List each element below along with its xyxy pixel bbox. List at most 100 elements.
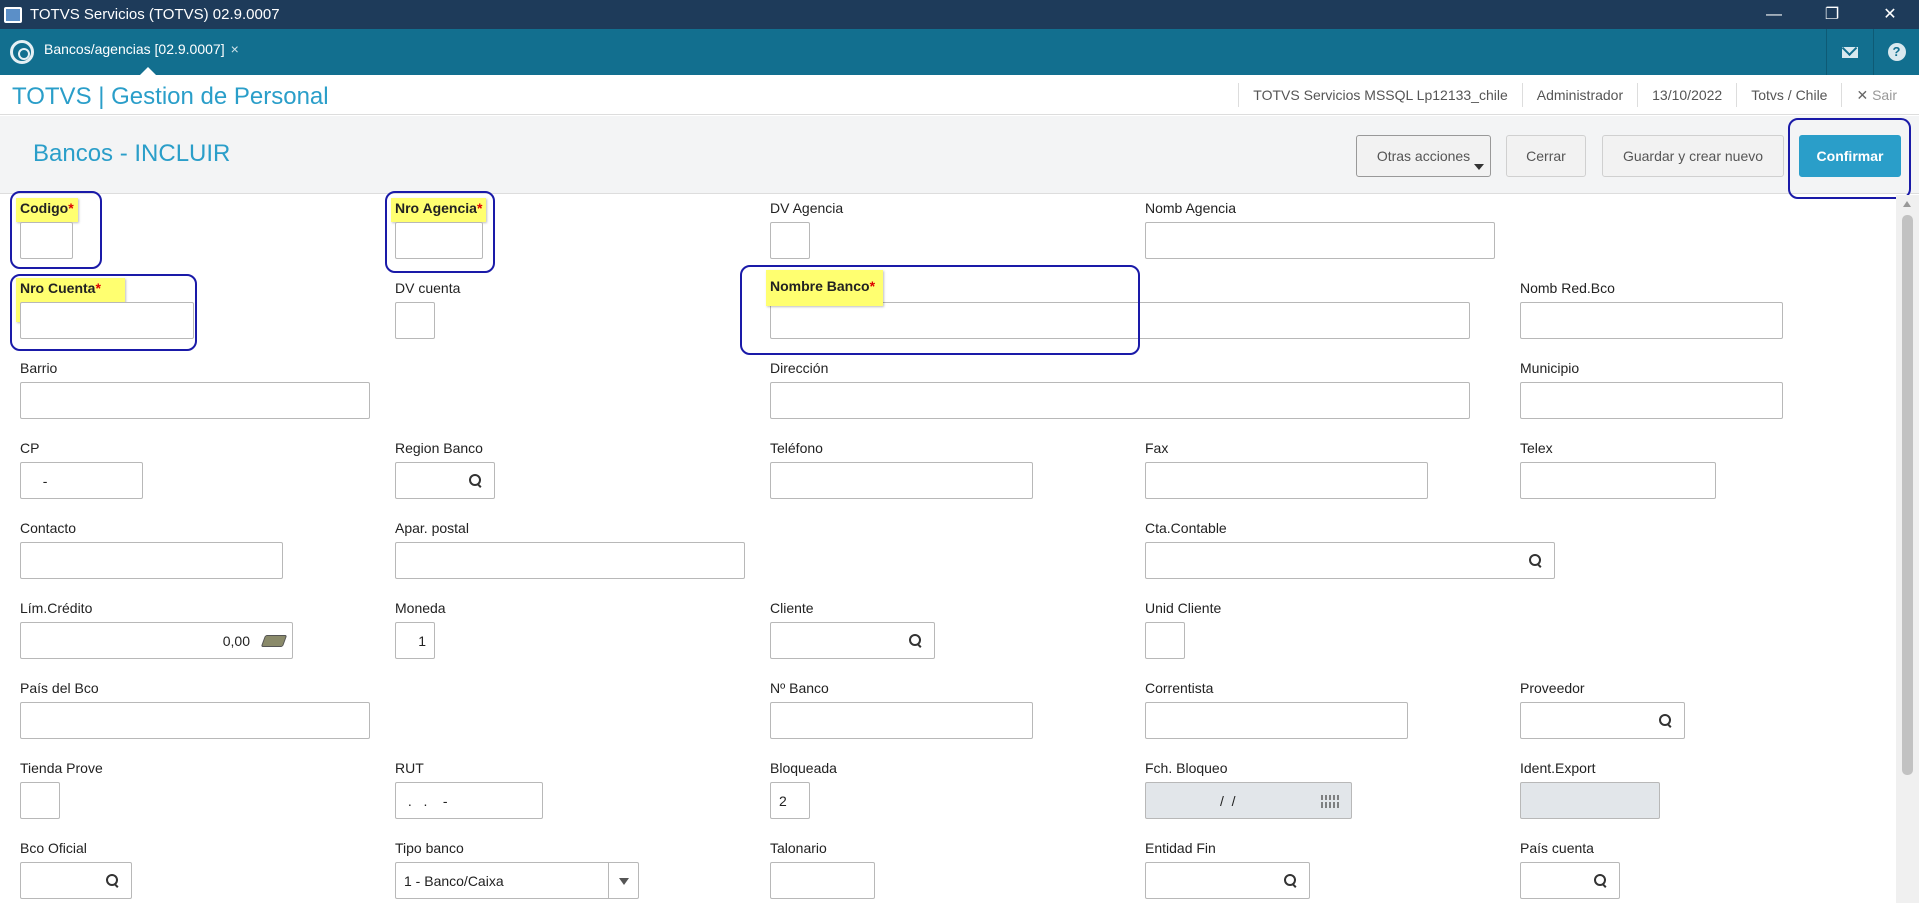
contacto-label: Contacto <box>20 520 77 536</box>
fax-label: Fax <box>1145 440 1169 456</box>
search-icon[interactable] <box>469 474 482 487</box>
window-controls: — ❐ ✕ <box>1745 0 1919 29</box>
cp-input[interactable]: - <box>20 462 143 499</box>
restore-button[interactable]: ❐ <box>1803 0 1861 29</box>
tab-bar: Bancos/agencias [02.9.0007] × ? <box>0 29 1919 75</box>
correntista-input[interactable] <box>1145 702 1408 739</box>
save-and-new-button[interactable]: Guardar y crear nuevo <box>1602 135 1784 177</box>
environment-label: TOTVS Servicios MSSQL Lp12133_chile <box>1238 83 1521 107</box>
window-title-bar: TOTVS Servicios (TOTVS) 02.9.0007 — ❐ ✕ <box>0 0 1919 29</box>
dv-cuenta-label: DV cuenta <box>395 280 461 296</box>
highlight-nro-agencia <box>385 191 495 273</box>
other-actions-button[interactable]: Otras acciones <box>1356 135 1491 177</box>
lim-credito-input[interactable]: 0,00 <box>20 622 293 659</box>
scroll-up-icon[interactable] <box>1903 201 1911 207</box>
search-icon[interactable] <box>106 874 119 887</box>
nomb-red-bco-input[interactable] <box>1520 302 1783 339</box>
session-info: TOTVS Servicios MSSQL Lp12133_chile Admi… <box>1238 75 1919 115</box>
apar-postal-label: Apar. postal <box>395 520 469 536</box>
pais-bco-input[interactable] <box>20 702 370 739</box>
unid-cliente-input[interactable] <box>1145 622 1185 659</box>
pais-cuenta-label: País cuenta <box>1520 840 1594 856</box>
company-label: Totvs / Chile <box>1736 83 1841 107</box>
close-button[interactable]: Cerrar <box>1506 135 1586 177</box>
direccion-input[interactable] <box>770 382 1470 419</box>
money-icon[interactable] <box>260 635 288 647</box>
tab-bancos-agencias[interactable]: Bancos/agencias [02.9.0007] × <box>44 41 239 57</box>
fax-input[interactable] <box>1145 462 1428 499</box>
municipio-input[interactable] <box>1520 382 1783 419</box>
tienda-prove-input[interactable] <box>20 782 60 819</box>
tienda-prove-label: Tienda Prove <box>20 760 103 776</box>
ident-export-input <box>1520 782 1660 819</box>
vertical-scrollbar[interactable] <box>1896 195 1919 903</box>
search-icon[interactable] <box>1284 874 1297 887</box>
highlight-nombre-banco <box>740 265 1140 355</box>
moneda-label: Moneda <box>395 600 446 616</box>
cliente-label: Cliente <box>770 600 814 616</box>
close-window-button[interactable]: ✕ <box>1861 0 1919 29</box>
telefono-input[interactable] <box>770 462 1033 499</box>
search-icon[interactable] <box>1659 714 1672 727</box>
search-icon[interactable] <box>1594 874 1607 887</box>
user-label: Administrador <box>1521 83 1637 107</box>
bloqueada-input[interactable]: 2 <box>770 782 810 819</box>
fch-bloqueo-label: Fch. Bloqueo <box>1145 760 1228 776</box>
nro-banco-input[interactable] <box>770 702 1033 739</box>
scrollbar-thumb[interactable] <box>1902 215 1913 775</box>
apar-postal-input[interactable] <box>395 542 745 579</box>
exit-button[interactable]: ✕ Sair <box>1841 83 1919 107</box>
close-icon: ✕ <box>1856 87 1873 103</box>
nro-banco-label: Nº Banco <box>770 680 829 696</box>
minimize-button[interactable]: — <box>1745 0 1803 29</box>
dv-agencia-input[interactable] <box>770 222 810 259</box>
proveedor-label: Proveedor <box>1520 680 1585 696</box>
mail-button[interactable] <box>1826 29 1872 75</box>
active-tab-indicator <box>140 67 156 75</box>
cp-label: CP <box>20 440 40 456</box>
direccion-label: Dirección <box>770 360 829 376</box>
correntista-label: Correntista <box>1145 680 1214 696</box>
tab-close-icon[interactable]: × <box>231 41 239 57</box>
calendar-icon <box>1321 795 1341 808</box>
pais-cuenta-input[interactable] <box>1520 862 1620 899</box>
nomb-agencia-input[interactable] <box>1145 222 1495 259</box>
highlight-confirm <box>1788 118 1911 199</box>
tipo-banco-select[interactable]: 1 - Banco/Caixa <box>395 862 639 899</box>
window-title: TOTVS Servicios (TOTVS) 02.9.0007 <box>30 6 280 23</box>
nomb-agencia-label: Nomb Agencia <box>1145 200 1237 216</box>
cliente-input[interactable] <box>770 622 935 659</box>
page-toolbar: Bancos - INCLUIR Otras acciones Cerrar G… <box>0 116 1919 194</box>
ident-export-label: Ident.Export <box>1520 760 1596 776</box>
rut-input[interactable]: . . - <box>395 782 543 819</box>
chevron-down-icon[interactable] <box>608 863 638 898</box>
highlight-nro-cuenta <box>10 274 197 351</box>
totvs-logo-icon[interactable] <box>10 40 34 64</box>
highlight-codigo <box>10 191 102 269</box>
talonario-input[interactable] <box>770 862 875 899</box>
tipo-banco-label: Tipo banco <box>395 840 464 856</box>
pais-bco-label: País del Bco <box>20 680 99 696</box>
help-button[interactable]: ? <box>1873 29 1919 75</box>
bco-oficial-input[interactable] <box>20 862 132 899</box>
contacto-input[interactable] <box>20 542 283 579</box>
entidad-fin-input[interactable] <box>1145 862 1310 899</box>
exit-label: Sair <box>1872 87 1897 103</box>
proveedor-input[interactable] <box>1520 702 1685 739</box>
talonario-label: Talonario <box>770 840 827 856</box>
mail-icon <box>1841 46 1858 58</box>
municipio-label: Municipio <box>1520 360 1580 376</box>
app-icon <box>4 6 22 23</box>
barrio-label: Barrio <box>20 360 58 376</box>
cta-contable-label: Cta.Contable <box>1145 520 1227 536</box>
tab-label: Bancos/agencias [02.9.0007] <box>44 41 225 57</box>
region-banco-input[interactable] <box>395 462 495 499</box>
search-icon[interactable] <box>1529 554 1542 567</box>
entidad-fin-label: Entidad Fin <box>1145 840 1216 856</box>
dv-cuenta-input[interactable] <box>395 302 435 339</box>
telex-input[interactable] <box>1520 462 1716 499</box>
search-icon[interactable] <box>909 634 922 647</box>
barrio-input[interactable] <box>20 382 370 419</box>
cta-contable-input[interactable] <box>1145 542 1555 579</box>
moneda-input[interactable]: 1 <box>395 622 435 659</box>
